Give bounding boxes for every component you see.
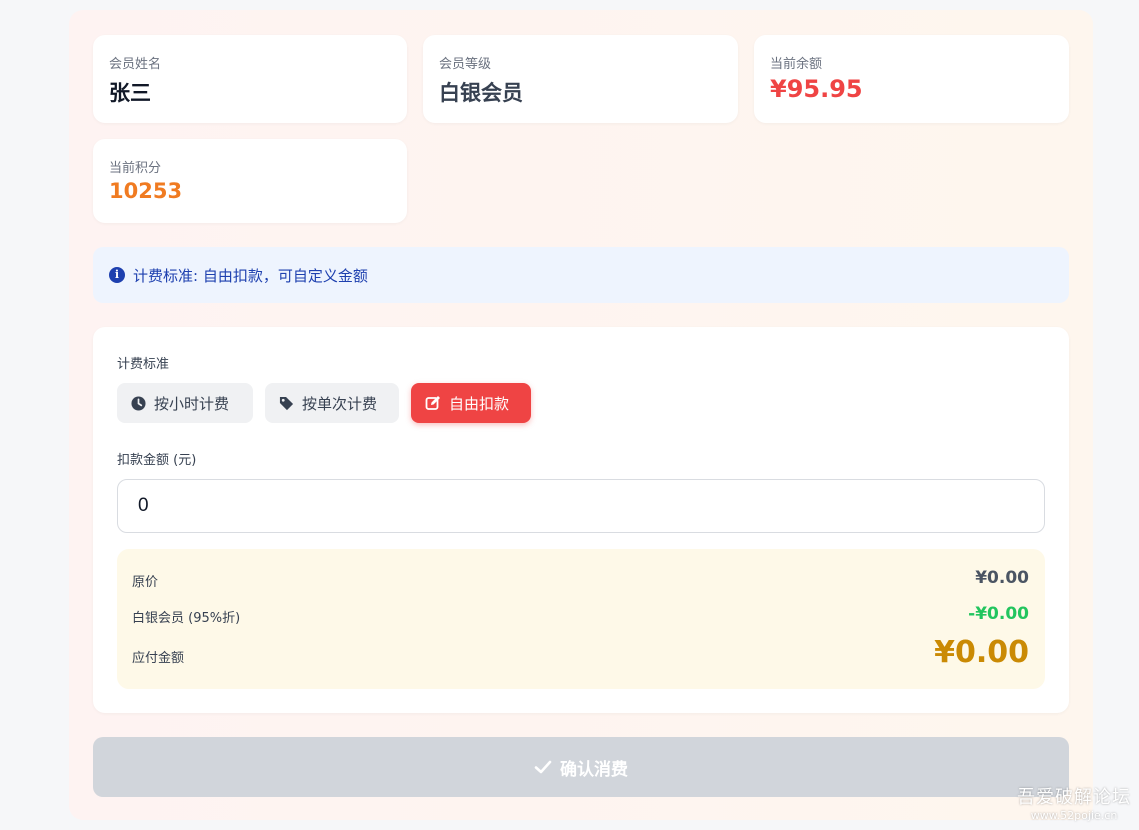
points-label: 当前积分: [109, 161, 162, 176]
payable-label: 应付金额: [132, 651, 185, 666]
confirm-consume-label: 确认消费: [560, 759, 628, 780]
points-value: 10253: [109, 179, 183, 203]
check-icon: [534, 760, 552, 774]
billing-info-banner: i 计费标准: 自由扣款，可自定义金额: [93, 247, 1069, 303]
info-circle-icon: i: [109, 267, 125, 283]
free-deduct-button[interactable]: 自由扣款: [411, 383, 531, 423]
balance-label: 当前余额: [770, 57, 823, 72]
original-price-label: 原价: [132, 575, 159, 590]
discount-label: 白银会员 (95%折): [132, 611, 241, 626]
balance-value: ¥95.95: [770, 75, 863, 103]
watermark-url: www.52pojie.cn: [1030, 809, 1118, 822]
points-card: 当前积分 10253: [93, 139, 407, 223]
member-name-value: 张三: [109, 81, 151, 105]
discount-value: -¥0.00: [968, 604, 1029, 624]
billing-form-card: 计费标准 按小时计费 按单次计费 自由扣款 扣款金额 (元) 原价 ¥0.00 …: [93, 327, 1069, 713]
billing-section-label: 计费标准: [117, 357, 170, 372]
balance-card: 当前余额 ¥95.95: [754, 35, 1069, 123]
amount-input[interactable]: [117, 479, 1045, 533]
edit-icon: [425, 396, 440, 410]
price-summary: 原价 ¥0.00 白银会员 (95%折) -¥0.00 应付金额 ¥0.00: [117, 549, 1045, 689]
hourly-billing-button[interactable]: 按小时计费: [117, 383, 253, 423]
confirm-consume-button[interactable]: 确认消费: [93, 737, 1069, 797]
per-use-billing-label: 按单次计费: [302, 394, 378, 413]
watermark-title: 吾爱破解论坛: [1017, 787, 1131, 808]
member-level-value: 白银会员: [439, 81, 523, 105]
payable-value: ¥0.00: [934, 635, 1029, 670]
original-price-value: ¥0.00: [975, 568, 1029, 588]
per-use-billing-button[interactable]: 按单次计费: [265, 383, 399, 423]
tag-icon: [279, 396, 294, 410]
clock-icon: [131, 395, 146, 411]
member-level-label: 会员等级: [439, 57, 492, 72]
free-deduct-label: 自由扣款: [449, 394, 510, 413]
watermark: 吾爱破解论坛 www.52pojie.cn: [1017, 783, 1131, 822]
billing-info-text: 计费标准: 自由扣款，可自定义金额: [133, 267, 368, 285]
member-level-card: 会员等级 白银会员: [423, 35, 738, 123]
hourly-billing-label: 按小时计费: [154, 394, 230, 413]
amount-label: 扣款金额 (元): [117, 453, 197, 468]
member-name-card: 会员姓名 张三: [93, 35, 407, 123]
member-name-label: 会员姓名: [109, 57, 162, 72]
